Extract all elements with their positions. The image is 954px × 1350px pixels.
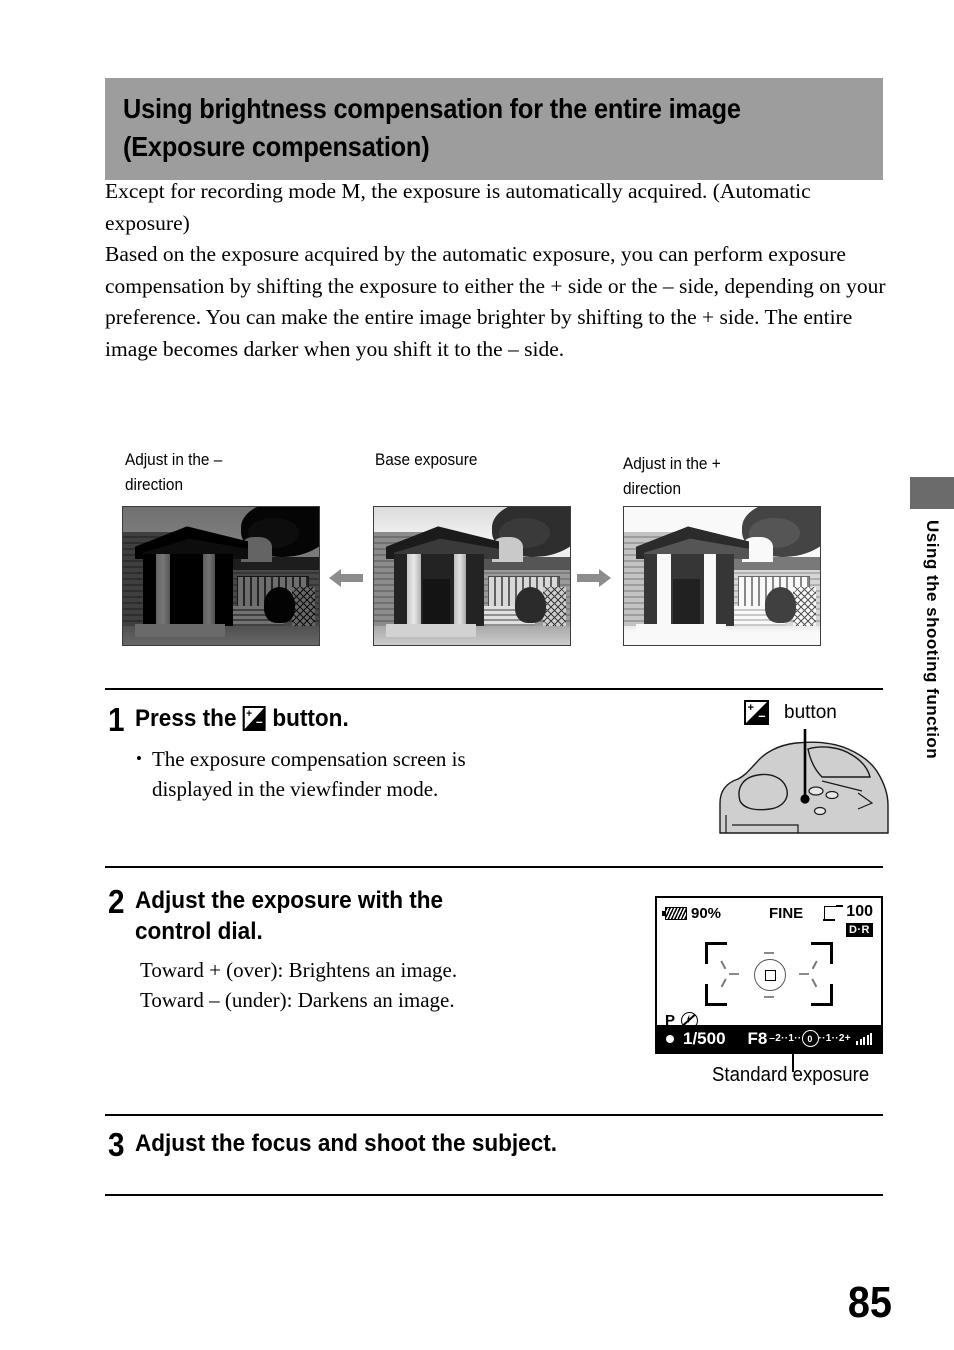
side-tab-label: Using the shooting function [923, 520, 942, 760]
step-3-number: 3 [108, 1126, 125, 1163]
af-area-brackets [657, 938, 881, 1010]
callout-label: + – button [744, 700, 897, 725]
step-1-title-after: button. [272, 705, 350, 732]
divider-rule-1 [105, 688, 883, 690]
intro-paragraph-1: Except for recording mode M, the exposur… [105, 179, 811, 235]
step-2-title: Adjust the exposure with the control dia… [135, 887, 444, 945]
step-1-number: 1 [108, 701, 125, 738]
bullet-icon: • [136, 749, 142, 768]
step-1-title: Press the + – button. [135, 703, 349, 734]
step-3: 3 Adjust the focus and shoot the subject… [108, 1128, 668, 1161]
intro-paragraph-2: Based on the exposure acquired by the au… [105, 242, 886, 361]
caption-plus-direction: Adjust in the + direction [623, 455, 721, 498]
lcd-shots-remaining: 100 [846, 903, 873, 920]
step-1: 1 Press the + – button. • The exposure co… [108, 703, 638, 804]
step-2-heading: 2 Adjust the exposure with the control d… [108, 885, 628, 947]
ev-dots-left: ··1·· [781, 1033, 802, 1044]
lcd-battery-group: 90% [662, 905, 722, 922]
step-2-line-1: Toward + (over): Brightens an image. [140, 958, 458, 982]
lcd-bottom-bar: 1/500 F8 –2 ··1·· 0 ··1·· 2+ [657, 1025, 881, 1052]
manual-page: Using brightness compensation for the en… [0, 0, 954, 1350]
step-3-title: Adjust the focus and shoot the subject. [135, 1130, 558, 1157]
divider-rule-2 [105, 866, 883, 868]
section-header: Using brightness compensation for the en… [105, 78, 883, 180]
ev-scale-right: 2+ [838, 1033, 851, 1044]
standard-exposure-label: Standard exposure [712, 1064, 870, 1086]
lcd-display: 90% FINE 100 D·R P 1/500 F8 –2 ··1·· 0 ·… [655, 896, 883, 1054]
side-tab-text: Using the shooting function [910, 520, 954, 850]
arrow-right-icon [577, 568, 611, 588]
lcd-aperture: F8 [747, 1028, 768, 1048]
exposure-compensation-icon: + – [243, 706, 267, 731]
lcd-battery-level: 90% [691, 905, 722, 922]
photo-row [105, 506, 895, 654]
divider-rule-4 [105, 1194, 883, 1196]
section-header-line-1: Using brightness compensation for the en… [123, 93, 741, 124]
step-3-heading: 3 Adjust the focus and shoot the subject… [108, 1128, 668, 1161]
callout-label-text: button [784, 701, 837, 723]
step-2-line-2: Toward – (under): Darkens an image. [140, 988, 455, 1012]
photo-over-exposed [623, 506, 821, 646]
step-2-body: Toward + (over): Brightens an image. Tow… [140, 955, 628, 1015]
intro-text: Except for recording mode M, the exposur… [105, 176, 895, 366]
step-2: 2 Adjust the exposure with the control d… [108, 885, 628, 1015]
divider-rule-3 [105, 1114, 883, 1116]
lcd-shutter-speed: 1/500 [683, 1028, 726, 1048]
exposure-scale: –2 ··1·· 0 ··1·· 2+ [769, 1030, 851, 1047]
lcd-top-row: 90% FINE 100 D·R [657, 898, 881, 942]
section-header-line-2: (Exposure compensation) [123, 131, 430, 162]
arrow-left-icon [329, 568, 363, 588]
figure-captions: Adjust in the – direction Base exposure … [105, 448, 895, 506]
step-1-bullet-text: The exposure compensation screen is disp… [151, 747, 466, 801]
memory-card-icon [823, 905, 843, 921]
ev-marker: 0 [801, 1030, 819, 1047]
focus-indicator-icon [666, 1034, 674, 1043]
caption-minus-direction: Adjust in the – direction [125, 451, 223, 494]
signal-bars-icon [856, 1032, 872, 1045]
page-number: 85 [847, 1278, 892, 1327]
camera-top-view-illustration [712, 699, 897, 842]
caption-base-exposure: Base exposure [375, 451, 478, 469]
lcd-quality: FINE [769, 905, 804, 922]
side-tab-marker [910, 477, 954, 509]
ev-scale-left: –2 [769, 1033, 782, 1044]
exposure-compensation-icon: + – [744, 700, 769, 725]
photo-under-exposed [122, 506, 320, 646]
lcd-dro-badge: D·R [845, 923, 873, 937]
step-1-title-before: Press the [135, 705, 237, 732]
step-1-body: • The exposure compensation screen is di… [108, 744, 638, 804]
step-1-heading: 1 Press the + – button. [108, 703, 638, 736]
exposure-comparison-figure: Adjust in the – direction Base exposure … [105, 448, 895, 654]
battery-icon [662, 907, 687, 920]
camera-callout: + – button [712, 699, 897, 842]
step-2-number: 2 [108, 883, 125, 920]
photo-base-exposure [373, 506, 571, 646]
ev-dots-right: ··1·· [818, 1033, 839, 1044]
